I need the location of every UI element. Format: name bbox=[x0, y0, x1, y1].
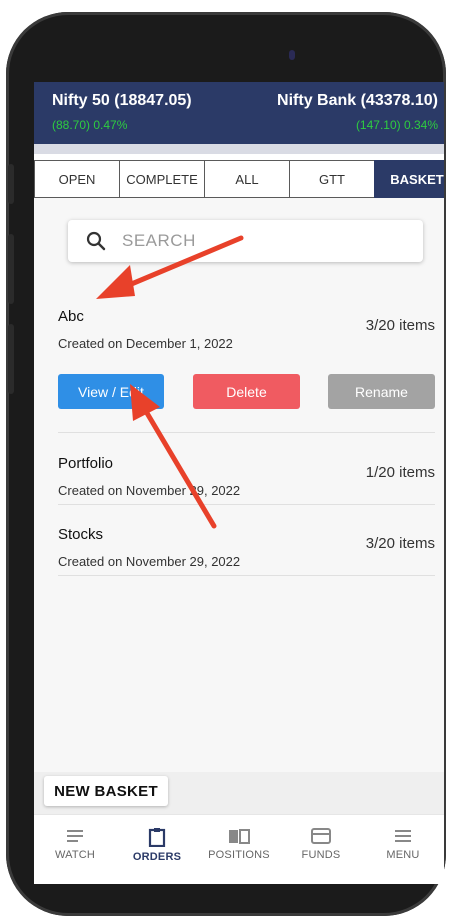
camera-icon bbox=[289, 50, 295, 60]
new-basket-button[interactable]: NEW BASKET bbox=[44, 776, 168, 806]
menu-icon bbox=[395, 830, 411, 842]
tab-all[interactable]: ALL bbox=[204, 160, 290, 198]
clipboard-icon bbox=[148, 828, 166, 847]
basket-name: Abc bbox=[58, 308, 84, 325]
tab-open[interactable]: OPEN bbox=[34, 160, 120, 198]
divider bbox=[58, 432, 435, 433]
basket-created-date: Created on December 1, 2022 bbox=[58, 336, 233, 351]
index-nifty-bank[interactable]: Nifty Bank (43378.10) (147.10) 0.34% bbox=[277, 92, 438, 132]
view-edit-button[interactable]: View / Edit bbox=[58, 374, 164, 409]
basket-item-count: 3/20 items bbox=[365, 317, 435, 334]
basket-name: Portfolio bbox=[58, 455, 114, 472]
search-icon bbox=[86, 231, 106, 251]
order-tabs: OPEN COMPLETE ALL GTT BASKET bbox=[34, 160, 444, 198]
side-button bbox=[8, 164, 14, 204]
rename-button[interactable]: Rename bbox=[328, 374, 435, 409]
divider bbox=[58, 575, 435, 576]
basket-item-count: 1/20 items bbox=[365, 464, 435, 481]
nav-label: WATCH bbox=[54, 849, 96, 861]
search-box[interactable] bbox=[68, 220, 423, 262]
nav-label: FUNDS bbox=[301, 849, 341, 861]
phone-frame: Nifty 50 (18847.05) (88.70) 0.47% Nifty … bbox=[6, 12, 446, 916]
basket-name: Stocks bbox=[58, 526, 104, 543]
divider bbox=[58, 504, 435, 505]
side-button bbox=[8, 234, 14, 304]
nav-item-funds[interactable]: FUNDS bbox=[280, 815, 362, 884]
delete-button[interactable]: Delete bbox=[193, 374, 300, 409]
basket-item-count: 3/20 items bbox=[365, 535, 435, 552]
nav-item-menu[interactable]: MENU bbox=[362, 815, 444, 884]
header-divider bbox=[34, 144, 444, 154]
list-icon bbox=[67, 830, 83, 842]
search-input[interactable] bbox=[122, 231, 382, 251]
basket-created-date: Created on November 29, 2022 bbox=[58, 554, 241, 569]
tab-complete[interactable]: COMPLETE bbox=[119, 160, 205, 198]
index-change: (88.70) 0.47% bbox=[52, 118, 128, 132]
index-change: (147.10) 0.34% bbox=[355, 118, 438, 132]
nav-item-positions[interactable]: POSITIONS bbox=[198, 815, 280, 884]
basket-list: Abc 3/20 items Created on December 1, 20… bbox=[34, 198, 444, 772]
nav-label: ORDERS bbox=[132, 851, 182, 863]
market-header: Nifty 50 (18847.05) (88.70) 0.47% Nifty … bbox=[34, 82, 444, 144]
tab-gtt[interactable]: GTT bbox=[289, 160, 375, 198]
index-nifty-50[interactable]: Nifty 50 (18847.05) (88.70) 0.47% bbox=[52, 92, 192, 132]
nav-item-orders[interactable]: ORDERS bbox=[116, 815, 198, 884]
nav-label: MENU bbox=[386, 849, 420, 861]
nav-item-watch[interactable]: WATCH bbox=[34, 815, 116, 884]
index-name: Nifty 50 (18847.05) bbox=[52, 92, 192, 109]
side-button bbox=[8, 324, 14, 394]
new-basket-bar: NEW BASKET bbox=[34, 772, 444, 814]
book-icon bbox=[229, 829, 250, 844]
app-screen: Nifty 50 (18847.05) (88.70) 0.47% Nifty … bbox=[34, 82, 444, 884]
nav-label: POSITIONS bbox=[208, 849, 270, 861]
tab-basket[interactable]: BASKET bbox=[374, 160, 444, 198]
basket-created-date: Created on November 29, 2022 bbox=[58, 483, 241, 498]
bottom-nav: WATCH ORDERS POSITIONS FUNDS MENU bbox=[34, 814, 444, 884]
index-name: Nifty Bank (43378.10) bbox=[277, 92, 438, 109]
wallet-icon bbox=[311, 828, 331, 844]
